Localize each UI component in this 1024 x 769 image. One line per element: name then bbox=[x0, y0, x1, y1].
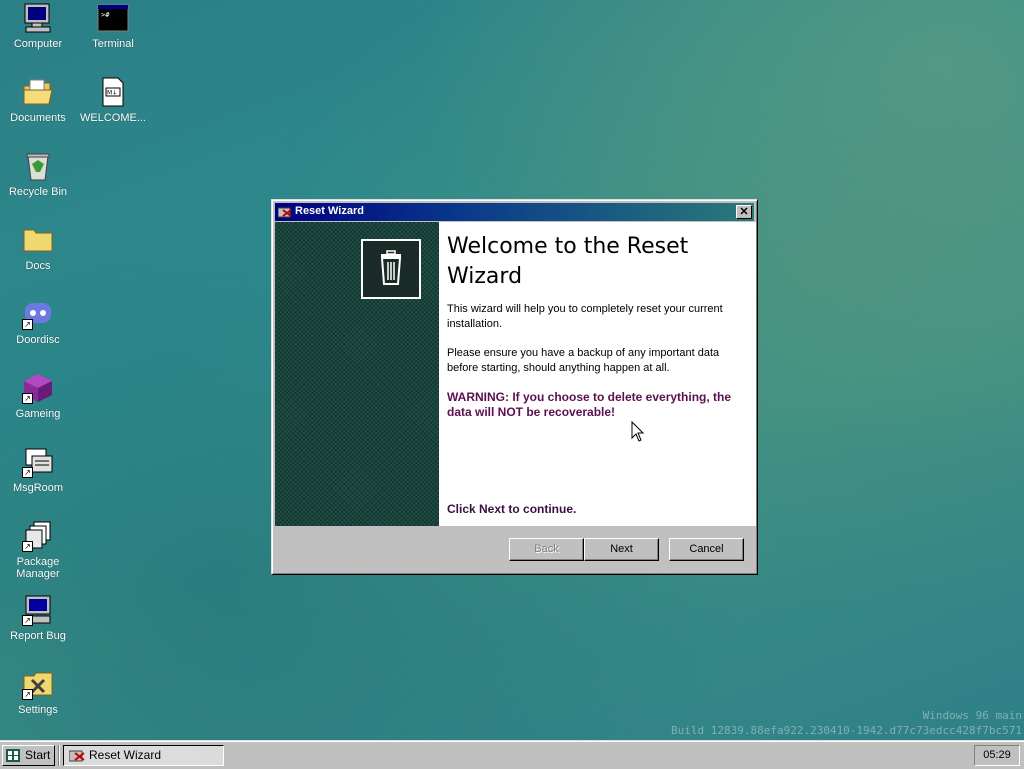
desktop-icon-recycle-bin[interactable]: Recycle Bin bbox=[1, 150, 75, 198]
wizard-continue-text: Click Next to continue. bbox=[447, 502, 577, 516]
taskbar-item-label: Reset Wizard bbox=[89, 748, 162, 762]
desktop-icon-msgroom[interactable]: ↗ MsgRoom bbox=[1, 446, 75, 494]
desktop-icon-label: Report Bug bbox=[10, 630, 66, 642]
taskbar: Start Reset Wizard 05:29 bbox=[0, 740, 1024, 769]
shortcut-arrow-icon: ↗ bbox=[22, 319, 33, 330]
back-button[interactable]: Back bbox=[509, 538, 584, 561]
recycle-bin-icon bbox=[22, 150, 54, 182]
desktop-icon-doordisc[interactable]: ↗ Doordisc bbox=[1, 298, 75, 346]
reset-wizard-icon bbox=[68, 749, 85, 762]
message-room-icon: ↗ bbox=[22, 446, 54, 478]
desktop-icon-report-bug[interactable]: ↗ Report Bug bbox=[1, 594, 75, 642]
taskbar-separator bbox=[58, 745, 60, 766]
desktop-icon-label: Docs bbox=[25, 260, 51, 272]
svg-text:>#: ># bbox=[101, 11, 110, 19]
start-logo-icon bbox=[6, 749, 20, 762]
markdown-file-icon: M↓ bbox=[97, 76, 129, 108]
start-button[interactable]: Start bbox=[2, 745, 55, 766]
desktop-icon-label: Gameing bbox=[15, 408, 61, 420]
taskbar-clock: 05:29 bbox=[974, 745, 1020, 766]
window-title: Reset Wizard bbox=[295, 205, 364, 217]
wizard-content: Welcome to the Reset Wizard This wizard … bbox=[447, 222, 748, 526]
desktop-icon-package-manager[interactable]: ↗ Package Manager bbox=[1, 520, 75, 580]
game-cube-icon: ↗ bbox=[22, 372, 54, 404]
reset-wizard-icon bbox=[277, 206, 292, 218]
shortcut-arrow-icon: ↗ bbox=[22, 615, 33, 626]
desktop-icon-computer[interactable]: Computer bbox=[1, 2, 75, 50]
start-label: Start bbox=[25, 748, 51, 762]
desktop-icon-docs[interactable]: Docs bbox=[1, 224, 75, 272]
desktop-icon-label: Recycle Bin bbox=[8, 186, 68, 198]
terminal-icon: ># bbox=[97, 2, 129, 34]
desktop-icon-settings[interactable]: ↗ Settings bbox=[1, 668, 75, 716]
desktop-icon-label: WELCOME... bbox=[79, 112, 146, 124]
desktop-icon-label: Settings bbox=[18, 704, 58, 716]
shortcut-arrow-icon: ↗ bbox=[22, 689, 33, 700]
shortcut-arrow-icon: ↗ bbox=[22, 467, 33, 478]
settings-icon: ↗ bbox=[22, 668, 54, 700]
package-manager-icon: ↗ bbox=[22, 520, 54, 552]
mouse-cursor-icon bbox=[631, 420, 645, 443]
wizard-intro-text: This wizard will help you to completely … bbox=[447, 303, 723, 330]
desktop-icon-label: Package Manager bbox=[16, 556, 60, 580]
folder-icon bbox=[22, 224, 54, 256]
folder-open-icon bbox=[22, 76, 54, 108]
desktop-icon-welcome[interactable]: M↓ WELCOME... bbox=[76, 76, 150, 124]
window-titlebar[interactable]: Reset Wizard ✕ bbox=[275, 203, 754, 221]
wizard-heading: Welcome to the Reset Wizard bbox=[447, 234, 689, 289]
build-watermark-line1: Windows 96 main bbox=[922, 709, 1022, 722]
desktop-icon-label: MsgRoom bbox=[12, 482, 64, 494]
desktop-icon-documents[interactable]: Documents bbox=[1, 76, 75, 124]
taskbar-item-reset-wizard[interactable]: Reset Wizard bbox=[63, 745, 224, 766]
wizard-backup-text: Please ensure you have a backup of any i… bbox=[447, 347, 720, 374]
desktop-icon-label: Computer bbox=[13, 38, 63, 50]
reset-wizard-window[interactable]: Reset Wizard ✕ Welcome to the Reset Wiza… bbox=[271, 199, 758, 575]
computer-icon bbox=[22, 2, 54, 34]
cancel-button[interactable]: Cancel bbox=[669, 538, 744, 561]
close-button[interactable]: ✕ bbox=[736, 205, 752, 219]
svg-text:M↓: M↓ bbox=[107, 90, 117, 97]
desktop-icon-label: Doordisc bbox=[16, 334, 60, 346]
chat-app-icon: ↗ bbox=[22, 298, 54, 330]
desktop-icon-label: Terminal bbox=[92, 38, 134, 50]
report-bug-icon: ↗ bbox=[22, 594, 54, 626]
trash-can-icon bbox=[361, 239, 421, 299]
shortcut-arrow-icon: ↗ bbox=[22, 393, 33, 404]
desktop-icon-gameing[interactable]: ↗ Gameing bbox=[1, 372, 75, 420]
build-watermark-line2: Build 12839.88efa922.230410-1942.d77c73e… bbox=[671, 724, 1022, 737]
desktop-icon-terminal[interactable]: ># Terminal bbox=[76, 2, 150, 50]
wizard-warning-text: WARNING: If you choose to delete everyth… bbox=[447, 390, 732, 419]
next-button[interactable]: Next bbox=[584, 538, 659, 561]
wizard-body: Welcome to the Reset Wizard This wizard … bbox=[275, 222, 756, 526]
desktop-icon-label: Documents bbox=[10, 112, 66, 124]
wizard-side-panel bbox=[275, 222, 439, 526]
shortcut-arrow-icon: ↗ bbox=[22, 541, 33, 552]
